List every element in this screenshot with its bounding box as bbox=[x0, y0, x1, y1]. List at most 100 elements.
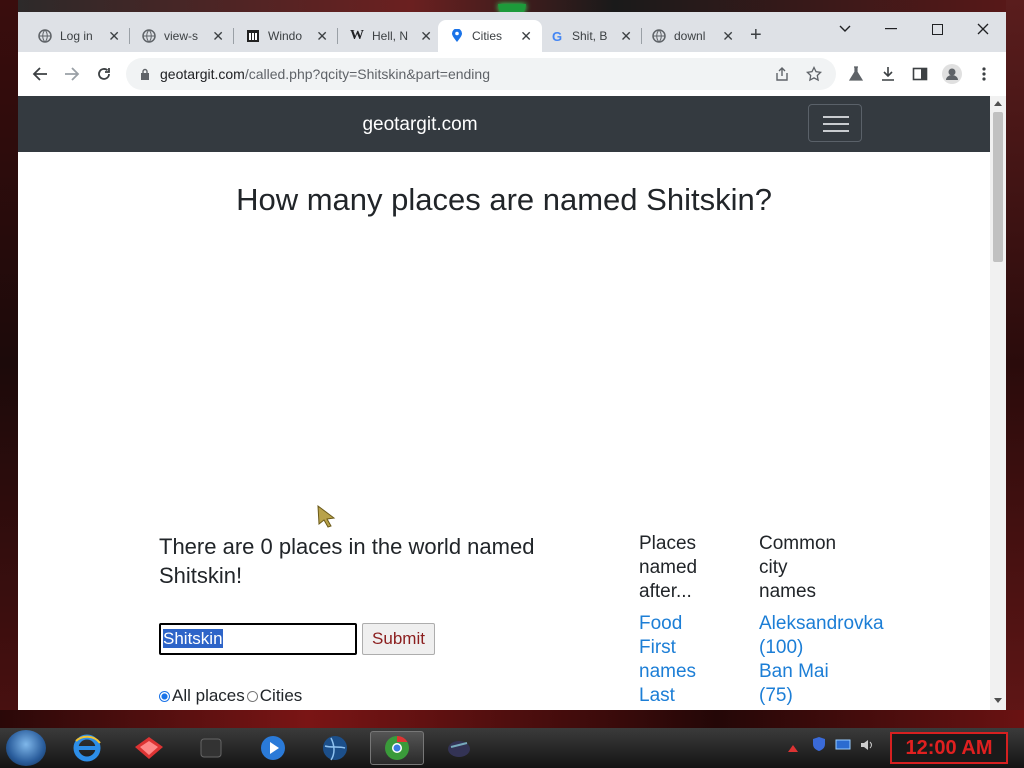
desktop-top-edge bbox=[0, 0, 1024, 18]
labs-flask-icon[interactable] bbox=[844, 62, 868, 86]
share-icon[interactable] bbox=[772, 64, 792, 84]
page-title: How many places are named Shitskin? bbox=[236, 182, 772, 217]
security-shield-icon[interactable] bbox=[812, 736, 826, 752]
link-aleksandrovka-count[interactable]: (100) bbox=[759, 636, 884, 660]
url-text: geotargit.com/called.php?qcity=Shitskin&… bbox=[160, 66, 490, 82]
close-icon[interactable]: ✕ bbox=[420, 28, 432, 45]
search-input-value: Shitskin bbox=[163, 629, 223, 648]
close-icon[interactable]: ✕ bbox=[316, 28, 328, 45]
url-path: /called.php?qcity=Shitskin&part=ending bbox=[244, 66, 490, 82]
tab-log-in[interactable]: Log in ✕ bbox=[26, 20, 130, 52]
taskbar: 12:00 AM bbox=[0, 728, 1024, 768]
network-globe-icon[interactable] bbox=[308, 731, 362, 765]
link-last-names[interactable]: Last bbox=[639, 684, 696, 708]
close-icon[interactable]: ✕ bbox=[212, 28, 224, 45]
tab-title: Shit, B bbox=[572, 29, 608, 43]
tab-windows[interactable]: Windo ✕ bbox=[234, 20, 338, 52]
link-ban-mai-count[interactable]: (75) bbox=[759, 684, 884, 708]
app-red-icon[interactable] bbox=[122, 731, 176, 765]
globe-icon bbox=[142, 29, 156, 43]
network-monitor-icon[interactable] bbox=[835, 738, 851, 752]
internet-explorer-icon[interactable] bbox=[60, 731, 114, 765]
link-first-names[interactable]: names bbox=[639, 660, 696, 684]
web-page: geotargit.com How many places are named … bbox=[18, 96, 990, 710]
header-line: after... bbox=[639, 581, 692, 602]
scrollbar-thumb[interactable] bbox=[993, 112, 1003, 262]
reload-icon[interactable] bbox=[92, 62, 116, 86]
desktop-left-edge bbox=[0, 0, 18, 728]
app-blue-icon[interactable] bbox=[432, 731, 486, 765]
mouse-cursor-icon bbox=[317, 504, 336, 528]
download-icon[interactable] bbox=[876, 62, 900, 86]
browser-toolbar: geotargit.com/called.php?qcity=Shitskin&… bbox=[18, 52, 1006, 97]
header-line: Common bbox=[759, 533, 837, 554]
tab-search-chevron-icon[interactable] bbox=[822, 16, 868, 42]
close-window-button[interactable] bbox=[960, 16, 1006, 42]
tab-google-search[interactable]: G Shit, B ✕ bbox=[538, 20, 642, 52]
browser-window: Log in ✕ view-s ✕ Windo ✕ W Hell, N ✕ Ci… bbox=[18, 12, 1006, 710]
tab-view-source[interactable]: view-s ✕ bbox=[130, 20, 234, 52]
forward-arrow-icon[interactable] bbox=[60, 62, 84, 86]
common-city-names-header: Common city names bbox=[759, 532, 836, 604]
profile-avatar-icon[interactable] bbox=[940, 62, 964, 86]
globe-icon bbox=[652, 29, 666, 43]
back-arrow-icon[interactable] bbox=[28, 62, 52, 86]
tab-title: Cities bbox=[472, 29, 503, 43]
place-type-radios: All places Cities bbox=[159, 686, 302, 706]
google-icon: G bbox=[551, 28, 563, 44]
tab-title: Log in bbox=[60, 29, 93, 43]
places-named-after-header: Places named after... bbox=[639, 532, 697, 604]
desktop-right-edge bbox=[1006, 0, 1024, 728]
volume-icon[interactable] bbox=[859, 738, 875, 752]
header-line: city bbox=[759, 557, 788, 578]
tab-download[interactable]: downl ✕ bbox=[640, 20, 744, 52]
close-icon[interactable]: ✕ bbox=[520, 28, 532, 45]
url-domain: geotargit.com bbox=[160, 66, 245, 82]
radio-all-places[interactable] bbox=[159, 690, 170, 702]
link-ban-mai[interactable]: Ban Mai bbox=[759, 660, 884, 684]
start-button[interactable] bbox=[6, 730, 46, 766]
minimize-button[interactable] bbox=[868, 16, 914, 42]
wikipedia-icon: W bbox=[350, 28, 364, 43]
chrome-icon[interactable] bbox=[370, 731, 424, 765]
more-menu-icon[interactable] bbox=[972, 62, 996, 86]
city-search-input[interactable]: Shitskin bbox=[159, 623, 357, 655]
bookmark-star-icon[interactable] bbox=[804, 64, 824, 84]
site-navbar: geotargit.com bbox=[18, 96, 990, 152]
scroll-up-icon[interactable] bbox=[994, 100, 1002, 106]
close-icon[interactable]: ✕ bbox=[620, 28, 632, 45]
hamburger-menu-icon[interactable] bbox=[808, 104, 862, 142]
submit-button[interactable]: Submit bbox=[362, 623, 435, 655]
new-tab-button[interactable]: + bbox=[750, 24, 762, 47]
tab-title: Windo bbox=[268, 29, 303, 43]
site-brand[interactable]: geotargit.com bbox=[18, 96, 822, 154]
scroll-down-icon[interactable] bbox=[994, 698, 1002, 704]
app-dark-icon[interactable] bbox=[184, 731, 238, 765]
close-icon[interactable]: ✕ bbox=[108, 28, 120, 45]
tab-title: Hell, N bbox=[372, 29, 409, 43]
page-scrollbar[interactable] bbox=[990, 96, 1006, 710]
tab-title: view-s bbox=[164, 29, 199, 43]
lock-icon bbox=[141, 68, 149, 80]
radio-cities[interactable] bbox=[246, 690, 258, 702]
address-bar[interactable]: geotargit.com/called.php?qcity=Shitskin&… bbox=[126, 58, 836, 90]
maximize-button[interactable] bbox=[914, 16, 960, 42]
desktop-bottom-edge bbox=[0, 710, 1024, 728]
common-city-names-links: Aleksandrovka (100) Ban Mai (75) bbox=[759, 612, 884, 708]
radio-cities-label: Cities bbox=[259, 686, 303, 705]
taskbar-clock[interactable]: 12:00 AM bbox=[890, 732, 1008, 764]
side-panel-icon[interactable] bbox=[908, 62, 932, 86]
places-named-after-links: Food First names Last bbox=[639, 612, 696, 708]
link-aleksandrovka[interactable]: Aleksandrovka bbox=[759, 612, 884, 636]
media-player-icon[interactable] bbox=[246, 731, 300, 765]
tray-expand-icon[interactable] bbox=[788, 744, 798, 752]
link-first-names[interactable]: First bbox=[639, 636, 696, 660]
tab-strip: Log in ✕ view-s ✕ Windo ✕ W Hell, N ✕ Ci… bbox=[18, 12, 1006, 52]
map-pin-icon bbox=[450, 29, 464, 43]
tab-wikipedia[interactable]: W Hell, N ✕ bbox=[338, 20, 442, 52]
close-icon[interactable]: ✕ bbox=[722, 28, 734, 45]
link-food[interactable]: Food bbox=[639, 612, 696, 636]
header-line: named bbox=[639, 557, 698, 578]
tab-cities[interactable]: Cities ✕ bbox=[438, 20, 542, 52]
system-tray bbox=[788, 736, 875, 755]
